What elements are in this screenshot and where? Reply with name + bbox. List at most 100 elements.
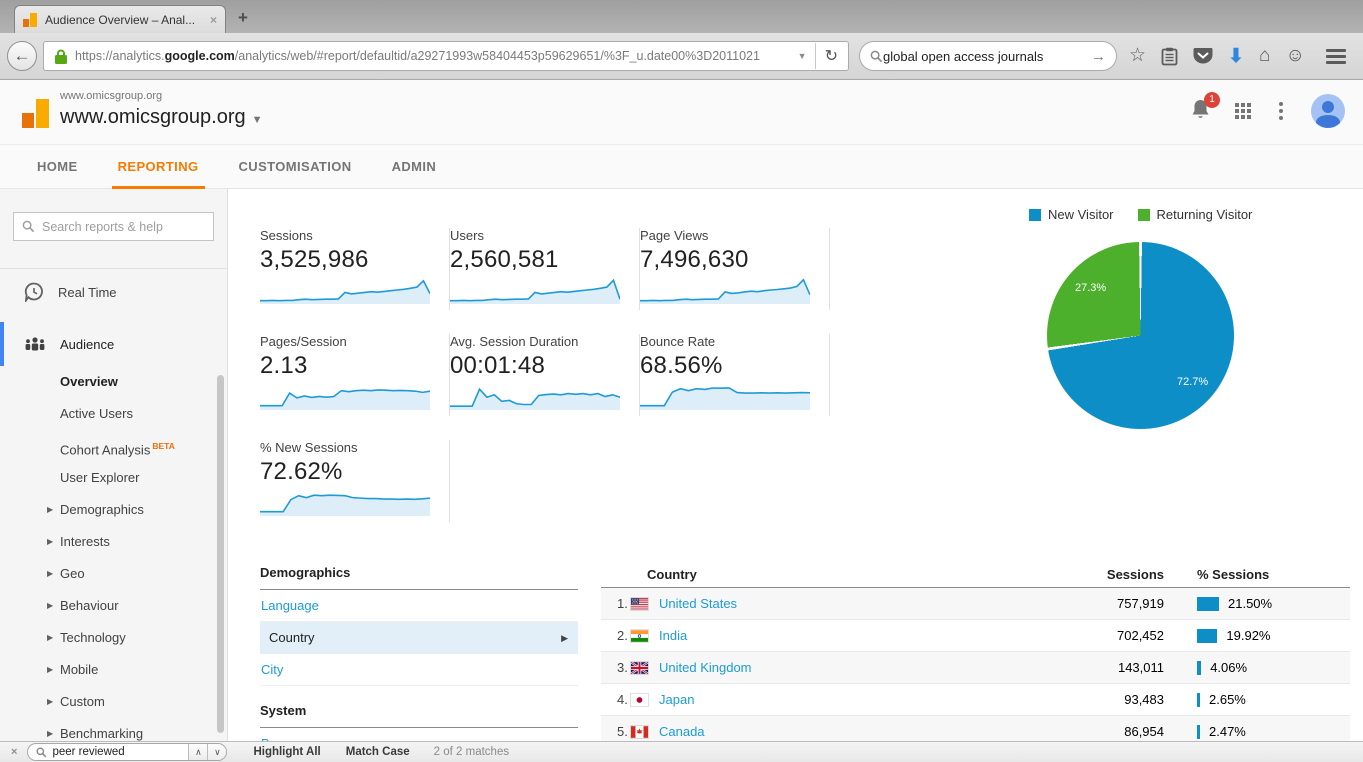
expand-arrow-icon: ▶ [47, 558, 53, 590]
demographics-link-language[interactable]: Language [260, 590, 578, 622]
demographics-item-country-selected[interactable]: Country ▶ [260, 622, 578, 654]
browser-toolbar: ← https://analytics.google.com/analytics… [0, 33, 1363, 80]
sidebar-item-technology[interactable]: ▶Technology [0, 622, 227, 654]
account-selector[interactable]: www.omicsgroup.org www.omicsgroup.org▼ [60, 90, 263, 129]
audience-people-icon [24, 335, 46, 353]
pie-label-returning: 27.3% [1075, 282, 1106, 294]
country-table: Country Sessions % Sessions 1. United St… [601, 562, 1350, 748]
expand-arrow-icon: ▶ [47, 590, 53, 622]
sidebar-item-mobile[interactable]: ▶Mobile [0, 654, 227, 686]
browser-search-value: global open access journals [883, 49, 1091, 64]
browser-tab[interactable]: Audience Overview – Anal... × [14, 5, 226, 33]
bookmark-star-icon[interactable]: ☆ [1129, 46, 1146, 66]
more-options-icon[interactable] [1275, 102, 1287, 120]
sidebar-item-overview[interactable]: Overview [0, 366, 227, 398]
metric-card-bounce-rate[interactable]: Bounce Rate 68.56% [640, 334, 830, 416]
table-row: 3. United Kingdom 143,011 4.06% [601, 652, 1350, 684]
sidebar-item-geo[interactable]: ▶Geo [0, 558, 227, 590]
country-link[interactable]: Japan [659, 692, 1034, 707]
audience-sub-list: Overview Active Users Cohort AnalysisBET… [0, 366, 227, 741]
account-caret-icon[interactable]: ▼ [252, 114, 263, 126]
search-go-icon[interactable]: → [1091, 48, 1106, 65]
match-count: 2 of 2 matches [434, 746, 509, 758]
sidebar-item-benchmarking[interactable]: ▶Benchmarking [0, 718, 227, 741]
table-row: 1. United States 757,919 21.50% [601, 588, 1350, 620]
legend-swatch-new [1029, 209, 1041, 221]
account-title: www.omicsgroup.org▼ [60, 106, 263, 129]
find-next-button[interactable]: ∨ [207, 744, 226, 760]
url-dropdown-icon[interactable]: ▼ [798, 51, 807, 61]
sidebar-item-demographics[interactable]: ▶Demographics [0, 494, 227, 526]
flag-japan-icon [631, 694, 648, 706]
flag-india-icon [631, 630, 648, 642]
metric-card-sessions[interactable]: Sessions 3,525,986 [260, 228, 450, 310]
search-icon [22, 220, 35, 233]
nav-home[interactable]: HOME [17, 145, 98, 189]
beta-badge: BETA [152, 441, 175, 451]
metric-card-users[interactable]: Users 2,560,581 [450, 228, 640, 310]
country-link[interactable]: India [659, 628, 1034, 643]
sidebar-item-cohort-analysis[interactable]: Cohort AnalysisBETA [0, 430, 227, 462]
metric-card-new-sessions[interactable]: % New Sessions 72.62% [260, 440, 450, 522]
ga-primary-nav: HOME REPORTING CUSTOMISATION ADMIN [0, 145, 1363, 189]
nav-admin[interactable]: ADMIN [372, 145, 457, 189]
pct-bar [1197, 693, 1200, 707]
feedback-smiley-icon[interactable]: ☺ [1285, 46, 1304, 66]
find-previous-button[interactable]: ∧ [188, 744, 207, 760]
country-link[interactable]: United Kingdom [659, 660, 1034, 675]
sidebar-scrollbar[interactable] [217, 375, 224, 733]
highlight-all-button[interactable]: Highlight All [253, 746, 320, 758]
analytics-logo-icon [22, 96, 52, 128]
sidebar-item-user-explorer[interactable]: User Explorer [0, 462, 227, 494]
demographics-panel: Demographics Language Country ▶ City Sys… [260, 565, 578, 760]
match-case-button[interactable]: Match Case [346, 746, 410, 758]
user-avatar[interactable] [1311, 94, 1345, 128]
metric-card-pageviews[interactable]: Page Views 7,496,630 [640, 228, 830, 310]
home-icon[interactable]: ⌂ [1259, 46, 1270, 66]
nav-reporting[interactable]: REPORTING [98, 145, 219, 189]
new-tab-button[interactable]: + [238, 8, 248, 28]
expand-arrow-icon: ▶ [47, 718, 53, 741]
tab-close-icon[interactable]: × [210, 13, 217, 27]
reload-button[interactable]: ↻ [815, 43, 842, 69]
legend-returning-visitor: Returning Visitor [1138, 207, 1253, 222]
sidebar-item-active-users[interactable]: Active Users [0, 398, 227, 430]
table-row: 2. India 702,452 19.92% [601, 620, 1350, 652]
system-title: System [260, 703, 578, 728]
expand-arrow-icon: ▶ [47, 654, 53, 686]
country-table-header: Country Sessions % Sessions [601, 562, 1350, 588]
country-link[interactable]: Canada [659, 724, 1034, 739]
browser-search-field[interactable]: global open access journals → [859, 41, 1117, 71]
sidebar-search-input[interactable]: Search reports & help [13, 212, 214, 241]
url-bar[interactable]: https://analytics.google.com/analytics/w… [43, 41, 849, 71]
find-input[interactable]: peer reviewed [28, 744, 188, 760]
sidebar-item-interests[interactable]: ▶Interests [0, 526, 227, 558]
sidebar-item-custom[interactable]: ▶Custom [0, 686, 227, 718]
nav-customisation[interactable]: CUSTOMISATION [219, 145, 372, 189]
metric-card-pages-per-session[interactable]: Pages/Session 2.13 [260, 334, 450, 416]
pocket-icon[interactable] [1193, 47, 1213, 65]
account-label: www.omicsgroup.org [60, 90, 263, 102]
visitor-pie-chart[interactable]: 27.3% 72.7% [1047, 242, 1234, 429]
notification-badge: 1 [1204, 92, 1220, 108]
url-text: https://analytics.google.com/analytics/w… [75, 49, 790, 63]
menu-hamburger-icon[interactable] [1326, 49, 1346, 64]
sidebar-item-label: Audience [60, 337, 114, 352]
clipboard-icon[interactable] [1161, 47, 1178, 66]
country-link[interactable]: United States [659, 596, 1034, 611]
sparkline-bounce-rate [640, 382, 810, 410]
back-button[interactable]: ← [7, 41, 37, 71]
tab-title: Audience Overview – Anal... [45, 13, 204, 27]
apps-grid-icon[interactable] [1235, 103, 1251, 119]
content-area: Search reports & help Real Time Audience… [0, 189, 1363, 741]
table-row: 4. Japan 93,483 2.65% [601, 684, 1350, 716]
downloads-icon[interactable]: ⬇ [1228, 45, 1244, 68]
find-close-icon[interactable]: × [11, 746, 17, 758]
sidebar-item-behaviour[interactable]: ▶Behaviour [0, 590, 227, 622]
demographics-link-city[interactable]: City [260, 654, 578, 686]
notifications-button[interactable]: 1 [1190, 98, 1211, 125]
sidebar-item-realtime[interactable]: Real Time [0, 272, 227, 312]
sidebar-item-audience[interactable]: Audience [0, 322, 227, 366]
sidebar: Search reports & help Real Time Audience… [0, 189, 228, 741]
metric-card-avg-session-duration[interactable]: Avg. Session Duration 00:01:48 [450, 334, 640, 416]
